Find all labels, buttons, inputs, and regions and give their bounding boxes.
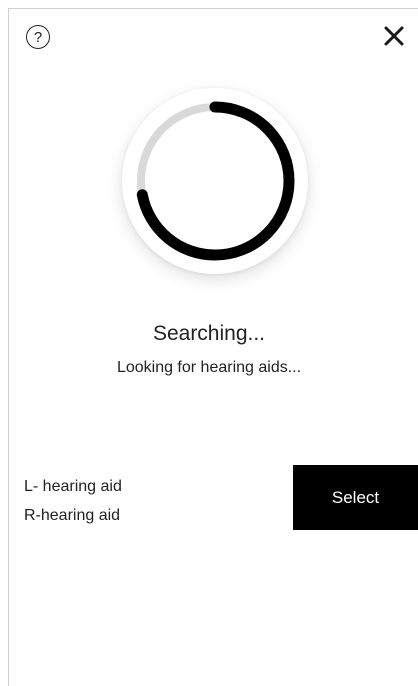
close-icon[interactable]	[382, 24, 406, 48]
search-progress-spinner	[122, 88, 308, 274]
select-button-label: Select	[331, 487, 380, 507]
status-subtitle: Looking for hearing aids...	[116, 359, 302, 376]
status-title: Searching...	[152, 322, 266, 345]
right-hearing-aid-label: R-hearing aid	[24, 507, 121, 524]
select-button[interactable]: Select	[293, 465, 418, 530]
help-glyph: ?	[33, 28, 43, 46]
left-hearing-aid-label: L- hearing aid	[24, 478, 122, 495]
question-circle-icon[interactable]: ?	[26, 25, 50, 49]
